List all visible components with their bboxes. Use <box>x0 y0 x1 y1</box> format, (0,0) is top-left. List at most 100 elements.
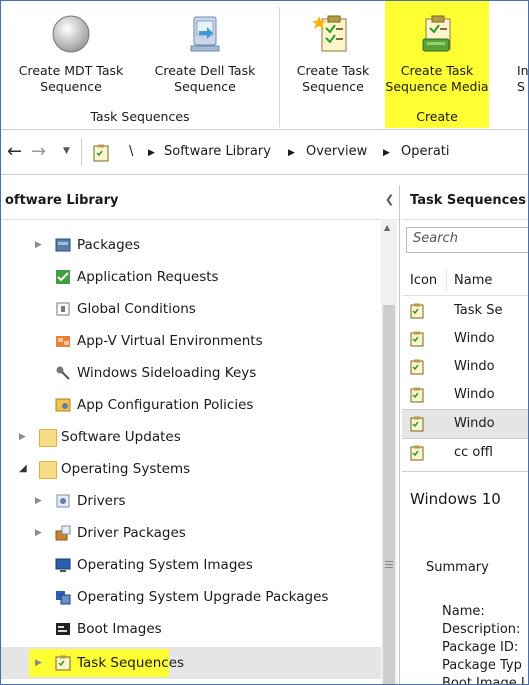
tree-label-operating-systems: Operating Systems <box>61 461 191 477</box>
expand-arrow-icon[interactable]: ▶ <box>35 519 47 547</box>
driver-icon <box>56 494 70 508</box>
task-sequence-new-icon <box>313 15 347 52</box>
prop-description: Description: <box>442 622 521 637</box>
crumb-operating-systems[interactable]: Operati <box>401 144 450 159</box>
row-name: Task Se <box>454 303 503 318</box>
table-row[interactable]: Windo <box>402 381 528 409</box>
prop-boot-image: Boot Image I <box>442 676 525 685</box>
content-header: Task Sequences <box>402 185 528 220</box>
forward-arrow-icon[interactable]: → <box>31 141 46 162</box>
tree-label-software-updates: Software Updates <box>61 429 181 445</box>
mdt-disc-icon <box>52 15 90 53</box>
key-icon <box>56 366 70 380</box>
tree-label-task-sequences: Task Sequences <box>77 655 185 671</box>
row-name: Windo <box>454 359 495 374</box>
task-sequence-icon <box>410 387 424 403</box>
create-task-sequence-media-label: Create Task Sequence Media <box>385 63 489 94</box>
tree-label-os-upgrade-packages: Operating System Upgrade Packages <box>77 589 329 605</box>
navigation-header: oftware Library ❮ <box>1 185 399 220</box>
summary-heading: Summary <box>426 560 489 575</box>
task-sequence-icon <box>410 445 424 461</box>
table-row[interactable]: Task Se <box>402 297 528 325</box>
task-sequence-media-icon <box>422 15 451 52</box>
tree-label-boot-images: Boot Images <box>77 621 162 637</box>
table-row[interactable]: Windo <box>402 353 528 381</box>
tree-label-os-images: Operating System Images <box>77 557 253 573</box>
root-separator: \ <box>129 144 134 159</box>
tree-label-drivers: Drivers <box>77 493 126 509</box>
table-row[interactable]: Windo <box>402 325 528 353</box>
import-button-partial[interactable]: In S <box>501 1 529 107</box>
row-name: cc offl <box>454 445 493 460</box>
tree-label-app-v-environments: App-V Virtual Environments <box>77 333 263 349</box>
crumb-arrow-icon[interactable]: ▶ <box>148 148 155 158</box>
details-pane: Windows 10 Summary Name: Description: Pa… <box>402 472 528 684</box>
prop-package-type: Package Typ <box>442 658 522 673</box>
app-window: Create MDT Task Sequence Create Dell Tas… <box>0 0 529 685</box>
search-input[interactable]: Search <box>406 227 528 253</box>
search-placeholder: Search <box>413 231 458 246</box>
row-name: Windo <box>454 387 495 402</box>
dell-computer-icon <box>190 16 220 52</box>
group-label-task-sequences: Task Sequences <box>90 109 190 124</box>
create-mdt-task-sequence-button[interactable]: Create MDT Task Sequence <box>1 1 141 107</box>
tree-label-application-requests: Application Requests <box>77 269 219 285</box>
application-request-icon <box>56 270 70 284</box>
list-header: Icon Name <box>402 265 528 296</box>
tree-label-packages: Packages <box>77 237 140 253</box>
task-sequence-icon <box>410 303 424 319</box>
folder-icon <box>39 429 57 447</box>
task-sequence-icon <box>93 144 109 162</box>
os-upgrade-icon <box>56 591 71 605</box>
table-row[interactable]: cc offl <box>402 439 528 467</box>
crumb-software-library[interactable]: Software Library <box>164 144 271 159</box>
task-sequence-icon <box>410 416 424 432</box>
tree-label-global-conditions: Global Conditions <box>77 301 196 317</box>
prop-name: Name: <box>442 604 485 619</box>
task-sequence-icon <box>55 655 71 671</box>
create-dell-task-sequence-button[interactable]: Create Dell Task Sequence <box>141 1 269 107</box>
scroll-up-icon[interactable]: ▲ <box>384 223 390 232</box>
collapse-chevron-icon[interactable]: ❮ <box>385 193 394 206</box>
create-mdt-task-sequence-label: Create MDT Task Sequence <box>18 63 124 94</box>
app-config-policy-icon <box>55 398 71 412</box>
expand-arrow-icon[interactable]: ▶ <box>19 423 31 451</box>
expand-arrow-icon[interactable]: ▶ <box>35 487 47 515</box>
row-name: Windo <box>454 416 495 431</box>
tree-label-driver-packages: Driver Packages <box>77 525 186 541</box>
address-bar: ← → ▼ \ ▶ Software Library ▶ Overview ▶ … <box>1 132 528 175</box>
table-row-selected[interactable]: Windo <box>402 409 528 439</box>
column-header-icon[interactable]: Icon <box>410 273 437 288</box>
ribbon: Create MDT Task Sequence Create Dell Tas… <box>1 1 528 130</box>
driver-package-icon <box>55 525 71 541</box>
navigation-pane: oftware Library ❮ ▶ Packages Application… <box>1 185 400 684</box>
create-dell-task-sequence-label: Create Dell Task Sequence <box>154 63 256 94</box>
collapse-arrow-icon[interactable]: ◢ <box>19 455 31 483</box>
tree-label-sideloading-keys: Windows Sideloading Keys <box>77 365 257 381</box>
import-label: In S <box>517 63 529 94</box>
history-dropdown-icon[interactable]: ▼ <box>63 146 70 156</box>
crumb-arrow-icon[interactable]: ▶ <box>383 148 390 158</box>
prop-package-id: Package ID: <box>442 640 519 655</box>
boot-image-icon <box>56 623 70 635</box>
crumb-arrow-icon[interactable]: ▶ <box>288 148 295 158</box>
create-task-sequence-button[interactable]: Create Task Sequence <box>283 1 383 107</box>
app-v-icon <box>56 336 70 347</box>
scrollbar-thumb[interactable] <box>383 305 395 684</box>
expand-arrow-icon[interactable]: ▶ <box>35 231 47 259</box>
content-title: Task Sequences <box>410 193 526 208</box>
create-task-sequence-media-button[interactable]: Create Task Sequence Media <box>385 1 489 107</box>
row-name: Windo <box>454 331 495 346</box>
folder-icon <box>39 461 57 479</box>
back-arrow-icon[interactable]: ← <box>7 141 22 162</box>
os-image-icon <box>55 558 71 572</box>
group-label-create: Create <box>416 109 458 124</box>
content-pane: Task Sequences Search Icon Name Task Se … <box>402 185 528 684</box>
global-conditions-icon <box>56 302 70 316</box>
details-title: Windows 10 <box>410 490 501 508</box>
address-separator <box>81 138 82 166</box>
expand-arrow-icon[interactable]: ▶ <box>35 649 47 677</box>
crumb-overview[interactable]: Overview <box>306 144 367 159</box>
navigation-title: oftware Library <box>5 193 119 208</box>
column-header-name[interactable]: Name <box>454 273 492 288</box>
